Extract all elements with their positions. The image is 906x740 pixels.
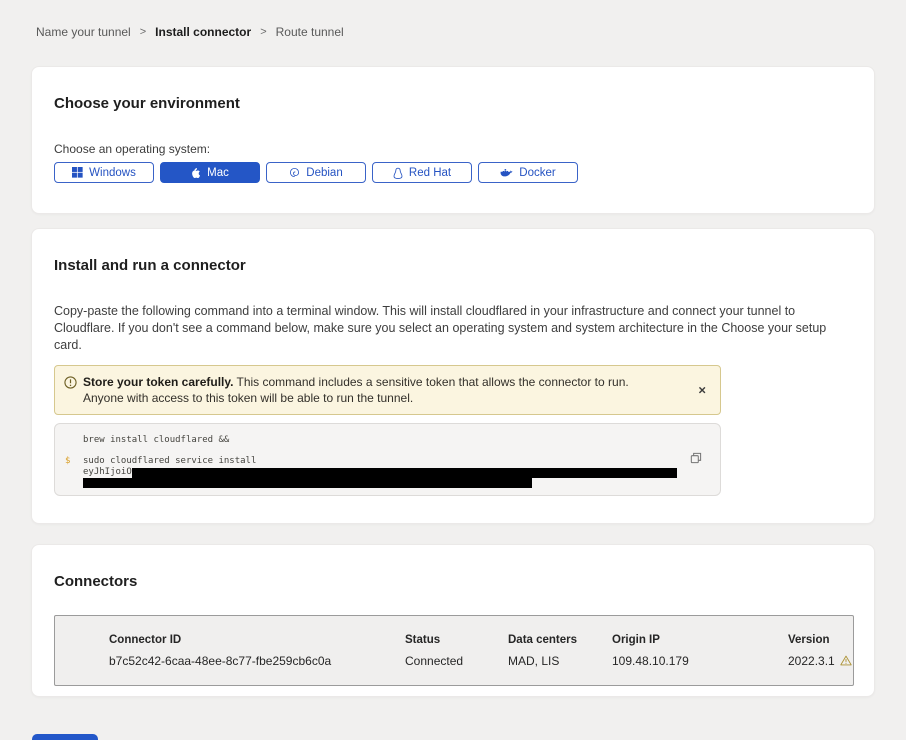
- debian-swirl-icon: [289, 167, 300, 178]
- os-button-redhat[interactable]: Red Hat: [372, 162, 472, 183]
- breadcrumb-item-install-connector[interactable]: Install connector: [155, 25, 251, 39]
- data-centers-value: MAD, LIS: [508, 654, 612, 668]
- column-header-status: Status: [405, 634, 508, 646]
- os-button-label: Debian: [306, 167, 342, 179]
- origin-ip-value: 109.48.10.179: [612, 654, 788, 668]
- install-card-title: Install and run a connector: [54, 257, 852, 275]
- os-button-label: Windows: [89, 167, 136, 179]
- os-button-docker[interactable]: Docker: [478, 162, 578, 183]
- next-button[interactable]: Next: [32, 734, 98, 740]
- install-connector-card: Install and run a connector Copy-paste t…: [31, 228, 875, 524]
- token-warning-text: Store your token carefully.This command …: [83, 374, 668, 406]
- connectors-card-title: Connectors: [54, 573, 852, 591]
- status-badge: Connected: [405, 654, 508, 668]
- copy-icon[interactable]: [689, 451, 702, 465]
- code-line-sudo: sudo cloudflared service install: [83, 456, 720, 467]
- os-button-mac[interactable]: Mac: [160, 162, 260, 183]
- windows-icon: [72, 167, 83, 178]
- os-button-label: Docker: [519, 167, 555, 179]
- redhat-penguin-icon: [393, 167, 403, 179]
- column-header-version: Version: [788, 634, 853, 646]
- column-header-data-centers: Data centers: [508, 634, 612, 646]
- install-card-description: Copy-paste the following command into a …: [54, 303, 849, 354]
- warning-triangle-icon: [840, 655, 852, 666]
- token-warning-title: Store your token carefully.: [83, 375, 234, 389]
- code-line-brew: brew install cloudflared &&: [83, 435, 720, 446]
- redacted-token-bar: [83, 478, 532, 488]
- os-button-label: Mac: [207, 167, 229, 179]
- code-line-token-2: [83, 477, 720, 488]
- choose-environment-card: Choose your environment Choose an operat…: [31, 66, 875, 214]
- environment-card-title: Choose your environment: [54, 95, 852, 113]
- connectors-table: Connector ID Status Data centers Origin …: [54, 615, 854, 686]
- os-button-group: Windows Mac Debian Red Hat Docker: [54, 162, 852, 183]
- os-button-label: Red Hat: [409, 167, 451, 179]
- table-row: b7c52c42-6caa-48ee-8c77-fbe259cb6c0a Con…: [109, 650, 853, 671]
- version-number: 2022.3.1: [788, 654, 835, 668]
- code-line-token: eyJhIjoiO: [83, 467, 720, 478]
- column-header-origin-ip: Origin IP: [612, 634, 788, 646]
- redacted-token-bar: [132, 468, 677, 478]
- connectors-table-header: Connector ID Status Data centers Origin …: [109, 629, 853, 650]
- connector-id-value: b7c52c42-6caa-48ee-8c77-fbe259cb6c0a: [109, 654, 405, 668]
- os-button-debian[interactable]: Debian: [266, 162, 366, 183]
- connectors-card: Connectors Connector ID Status Data cent…: [31, 544, 875, 697]
- breadcrumb-separator: >: [140, 26, 146, 38]
- breadcrumb-item-route-tunnel[interactable]: Route tunnel: [276, 25, 344, 39]
- info-circle-icon: [64, 376, 77, 389]
- breadcrumb: Name your tunnel > Install connector > R…: [36, 24, 906, 39]
- breadcrumb-separator: >: [260, 26, 266, 38]
- os-button-windows[interactable]: Windows: [54, 162, 154, 183]
- os-select-label: Choose an operating system:: [54, 142, 852, 157]
- token-warning-alert: Store your token carefully.This command …: [54, 365, 721, 415]
- docker-whale-icon: [500, 167, 513, 178]
- terminal-prompt: $: [65, 456, 70, 467]
- apple-icon: [191, 167, 201, 179]
- token-prefix: eyJhIjoiO: [83, 467, 132, 477]
- version-value: 2022.3.1: [788, 654, 853, 668]
- column-header-connector-id: Connector ID: [109, 634, 405, 646]
- breadcrumb-item-name-your-tunnel[interactable]: Name your tunnel: [36, 25, 131, 39]
- code-line-blank: [83, 446, 720, 457]
- install-command-code-block[interactable]: $ brew install cloudflared && sudo cloud…: [54, 423, 721, 496]
- close-icon[interactable]: ×: [698, 384, 706, 397]
